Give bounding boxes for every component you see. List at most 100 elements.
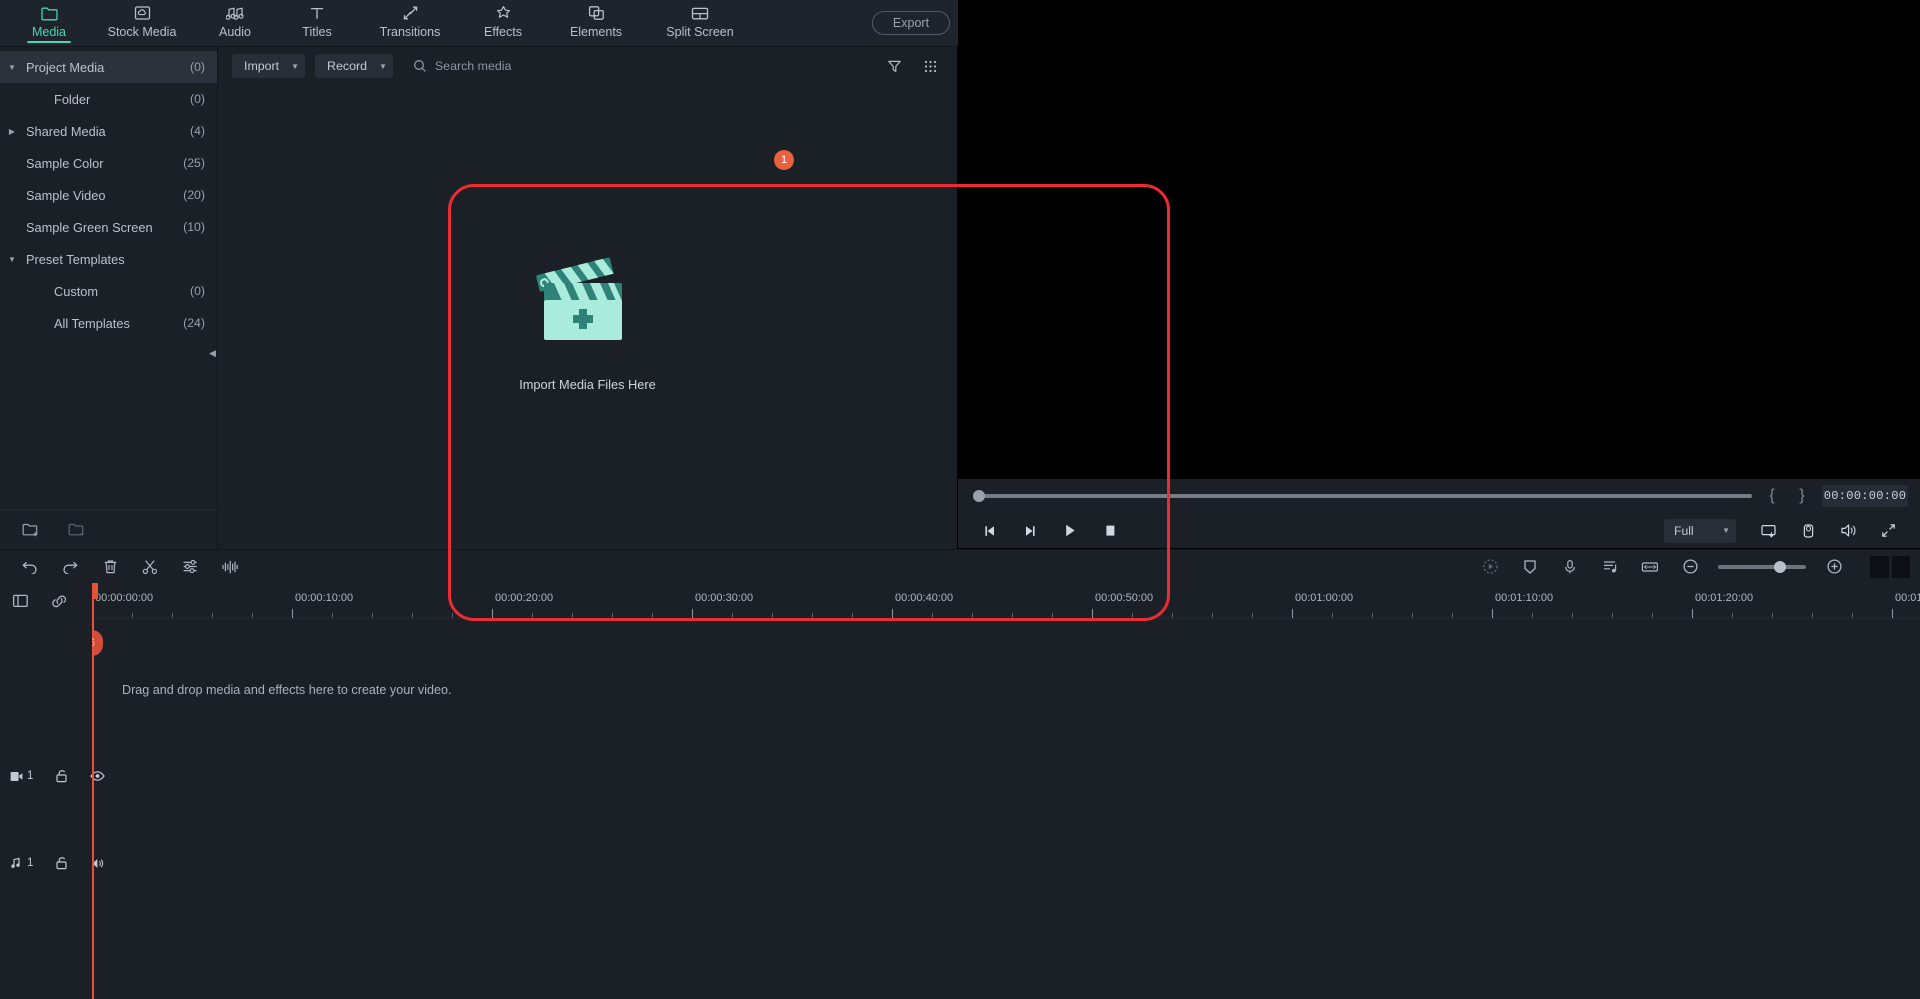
camera-icon[interactable] <box>1788 516 1828 546</box>
redo-button[interactable] <box>50 552 90 582</box>
tab-split-screen[interactable]: Split Screen <box>648 0 752 46</box>
sidebar-item-label: Folder <box>54 91 91 107</box>
sidebar-item-custom[interactable]: Custom (0) <box>0 275 217 307</box>
sidebar-item-shared-media[interactable]: ▶ Shared Media (4) <box>0 115 217 147</box>
tab-split-screen-label: Split Screen <box>666 25 734 39</box>
preview-canvas[interactable] <box>958 47 1920 479</box>
search-icon <box>413 59 427 73</box>
audio-track-number: 1 <box>27 857 34 869</box>
seek-slider[interactable] <box>973 490 1752 502</box>
preview-quality-label: Full <box>1674 523 1694 538</box>
timeline-head-tools <box>0 583 92 619</box>
unlock-icon[interactable] <box>55 856 68 870</box>
preview-timecode[interactable]: 00:00:00:00 <box>1822 485 1908 507</box>
playhead-handle[interactable] <box>92 583 98 599</box>
ruler-label: 00:00:00:00 <box>95 592 154 604</box>
delete-button[interactable] <box>90 552 130 582</box>
sidebar-item-label: All Templates <box>54 315 130 331</box>
seek-knob[interactable] <box>973 490 985 502</box>
playhead[interactable]: 6 <box>92 583 103 999</box>
tab-media[interactable]: Media <box>8 0 90 46</box>
app-root: Media Stock Media Audio Titles Transitio… <box>0 0 1920 999</box>
media-toolbar: Import ▼ Record ▼ <box>218 47 957 85</box>
collapse-panel-icon[interactable]: ◀ <box>208 333 217 373</box>
sidebar-item-sample-video[interactable]: Sample Video (20) <box>0 179 217 211</box>
stop-button[interactable] <box>1090 516 1130 546</box>
tab-effects[interactable]: Effects <box>462 0 544 46</box>
fullscreen-icon[interactable] <box>1868 516 1908 546</box>
tab-elements[interactable]: Elements <box>544 0 648 46</box>
audio-mixer-button[interactable] <box>1590 552 1630 582</box>
tab-titles[interactable]: Titles <box>276 0 358 46</box>
mark-out-button[interactable]: } <box>1792 487 1812 505</box>
timeline-ruler[interactable]: 00:00:00:00 00:00:10:00 00:00:20:00 00:0… <box>92 583 1920 619</box>
chevron-down-icon[interactable]: ▼ <box>0 255 24 264</box>
tab-transitions-label: Transitions <box>379 25 441 39</box>
fit-timeline-button[interactable] <box>1630 552 1670 582</box>
sidebar-item-count: (0) <box>189 60 205 74</box>
thumbnail-toggle-button[interactable] <box>1870 555 1910 578</box>
media-drop-area[interactable]: 1 Import Media Files Here <box>218 85 1170 621</box>
import-placeholder[interactable]: Import Media Files Here <box>218 85 957 549</box>
split-button[interactable] <box>130 552 170 582</box>
ruler-label: 00:01:00:00 <box>1295 592 1354 604</box>
export-button[interactable]: Export <box>872 11 950 35</box>
ruler-label: 00:00:50:00 <box>1095 592 1154 604</box>
ruler-label: 00:00:10:00 <box>295 592 354 604</box>
search-media-box[interactable] <box>403 54 871 78</box>
chevron-down-icon[interactable]: ▼ <box>0 63 24 72</box>
sidebar-item-sample-color[interactable]: Sample Color (25) <box>0 147 217 179</box>
prev-frame-button[interactable] <box>970 516 1010 546</box>
audio-detach-button[interactable] <box>210 552 250 582</box>
ruler-label: 00:01:20:00 <box>1695 592 1754 604</box>
sidebar-item-project-media[interactable]: ▼ Project Media (0) <box>0 51 217 83</box>
video-track-1[interactable]: Drag and drop media and effects here to … <box>92 619 1920 767</box>
filter-funnel-icon[interactable] <box>881 54 907 78</box>
search-input[interactable] <box>434 59 871 73</box>
import-dropdown[interactable]: Import ▼ <box>232 54 306 78</box>
preview-quality-dropdown[interactable]: Full ▼ <box>1664 518 1736 543</box>
sidebar-item-sample-green-screen[interactable]: Sample Green Screen (10) <box>0 211 217 243</box>
tab-stock-media[interactable]: Stock Media <box>90 0 194 46</box>
zoom-slider-knob[interactable] <box>1774 560 1786 573</box>
sidebar-item-folder[interactable]: Folder (0) <box>0 83 217 115</box>
sidebar-item-preset-templates[interactable]: ▼ Preset Templates <box>0 243 217 275</box>
remove-folder-icon[interactable] <box>68 522 86 538</box>
ruler-label: 00:00:40:00 <box>895 592 954 604</box>
video-track-icon: 1 <box>10 770 33 782</box>
add-track-button[interactable] <box>12 593 29 609</box>
marker-button[interactable] <box>1510 552 1550 582</box>
topbar-filler <box>958 0 1920 47</box>
sidebar-item-label: Sample Color <box>26 155 104 171</box>
zoom-in-button[interactable] <box>1814 552 1854 582</box>
sidebar-list: ▼ Project Media (0) Folder (0) ▶ Shared … <box>0 47 217 509</box>
main-area: ▼ Project Media (0) Folder (0) ▶ Shared … <box>0 47 1920 621</box>
tab-audio[interactable]: Audio <box>194 0 276 46</box>
record-dropdown[interactable]: Record ▼ <box>315 54 393 78</box>
monitor-export-icon[interactable] <box>1748 516 1788 546</box>
audio-track-1[interactable] <box>92 767 1920 877</box>
render-preview-button[interactable] <box>1470 552 1510 582</box>
grid-view-icon[interactable] <box>917 54 943 78</box>
unlock-icon[interactable] <box>55 769 68 783</box>
timeline-zoom-slider[interactable] <box>1718 560 1806 573</box>
effects-star-icon <box>495 3 512 23</box>
zoom-out-button[interactable] <box>1670 552 1710 582</box>
timeline-tracks-area[interactable]: 00:00:00:00 00:00:10:00 00:00:20:00 00:0… <box>92 583 1920 999</box>
undo-button[interactable] <box>10 552 50 582</box>
link-icon[interactable] <box>51 594 68 608</box>
settings-button[interactable] <box>170 552 210 582</box>
sidebar-item-label: Custom <box>54 283 99 299</box>
speaker-icon[interactable] <box>1828 516 1868 546</box>
tab-transitions[interactable]: Transitions <box>358 0 462 46</box>
sidebar-item-all-templates[interactable]: All Templates (24) <box>0 307 217 339</box>
new-folder-icon[interactable] <box>22 522 40 538</box>
next-frame-button[interactable] <box>1010 516 1050 546</box>
mark-in-button[interactable]: { <box>1762 487 1782 505</box>
chevron-right-icon[interactable]: ▶ <box>0 127 24 136</box>
ruler-label: 00:00:20:00 <box>495 592 554 604</box>
top-toolbar: Media Stock Media Audio Titles Transitio… <box>0 0 1920 47</box>
tab-stock-media-label: Stock Media <box>107 25 177 39</box>
play-button[interactable] <box>1050 516 1090 546</box>
voiceover-button[interactable] <box>1550 552 1590 582</box>
